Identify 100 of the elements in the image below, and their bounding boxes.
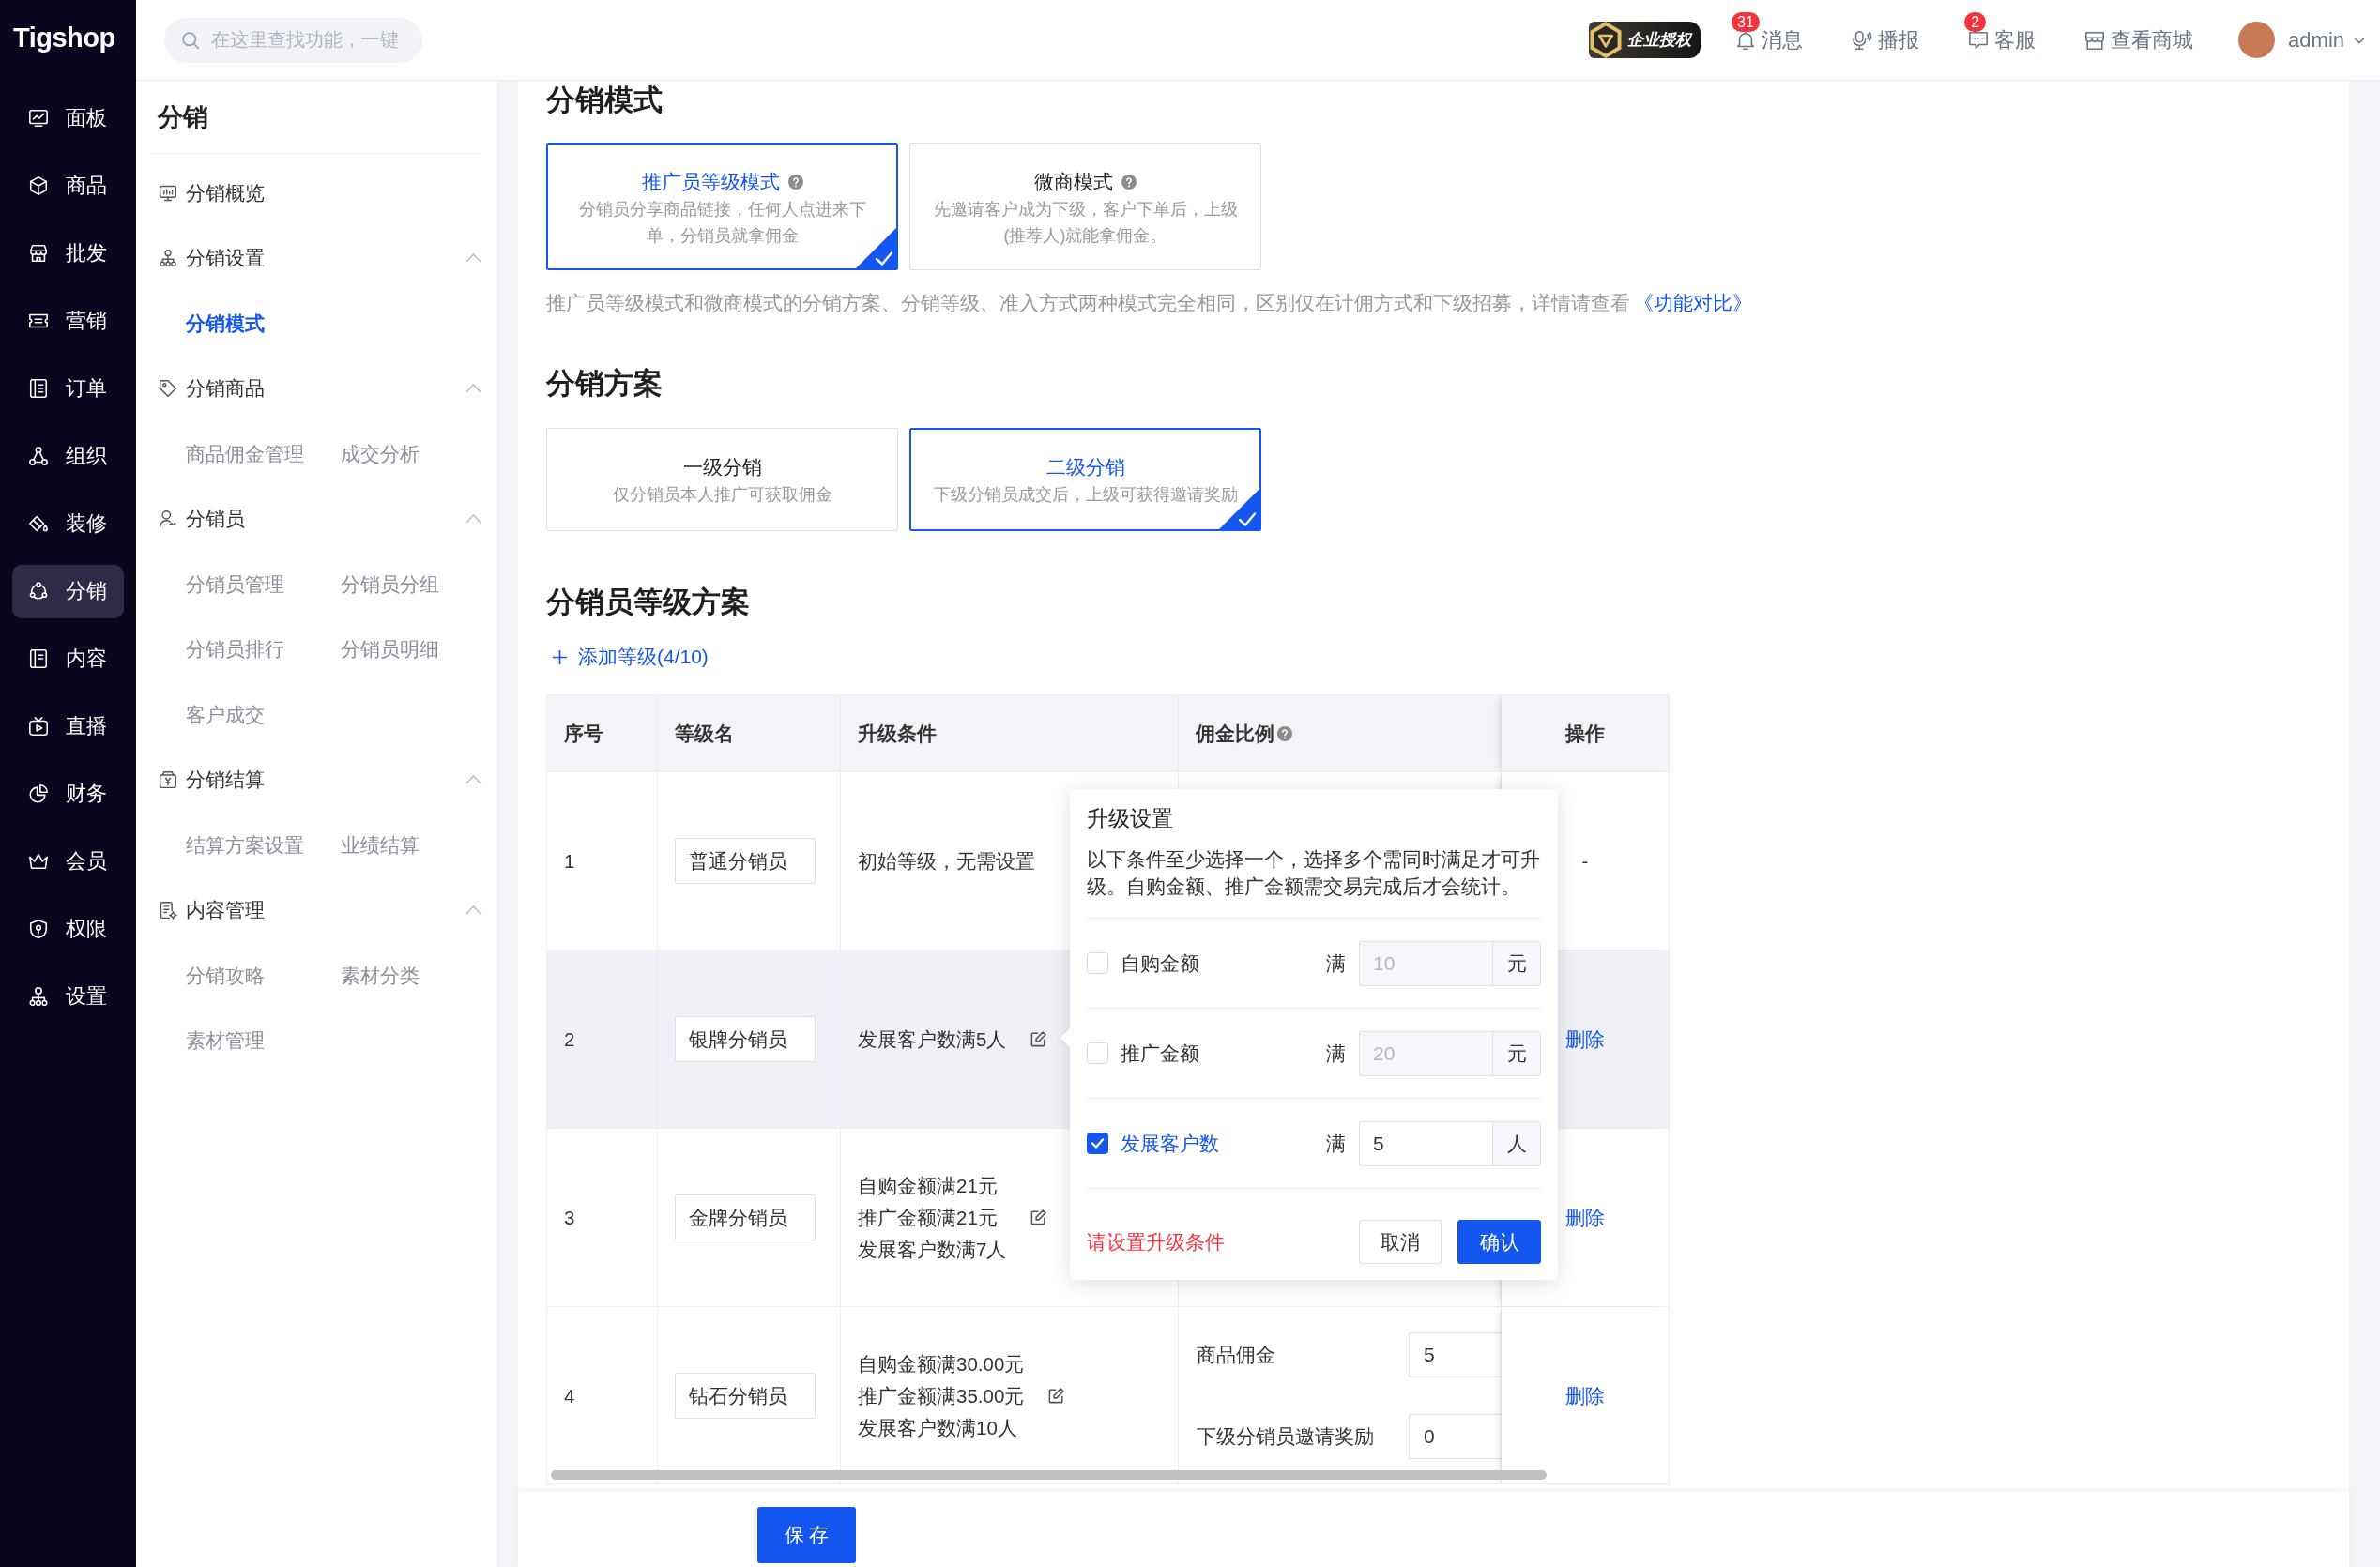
condition-label: 发展客户数 bbox=[1121, 1131, 1219, 1156]
toolbar-link[interactable]: 查看商城 bbox=[2081, 11, 2194, 68]
search-icon bbox=[181, 30, 200, 50]
nav-item[interactable]: 设置 bbox=[12, 969, 124, 1024]
option-description: 仅分销员本人推广可获取佣金 bbox=[612, 484, 832, 506]
commission-label: 下级分销员邀请奖励 bbox=[1197, 1424, 1374, 1449]
nav-item[interactable]: 商品 bbox=[12, 159, 124, 213]
document-icon bbox=[28, 648, 49, 669]
sidebar-item[interactable]: 分销概览 bbox=[149, 160, 481, 226]
microphone-icon bbox=[1852, 29, 1873, 51]
sidebar-item[interactable]: 分销模式 bbox=[186, 310, 265, 337]
mode-option[interactable]: 微商模式 先邀请客户成为下级，客户下单后，上级(推荐人)就能拿佣金。 bbox=[909, 143, 1261, 270]
sidebar-group[interactable]: 分销结算 bbox=[149, 747, 481, 813]
sidebar-group[interactable]: 分销商品 bbox=[149, 356, 481, 421]
nav-item[interactable]: 批发 bbox=[12, 226, 124, 281]
number-field[interactable]: 5 bbox=[1359, 1120, 1492, 1166]
nav-item[interactable]: 营销 bbox=[12, 294, 124, 348]
check-corner-icon bbox=[855, 227, 897, 269]
option-title: 微商模式 bbox=[1034, 170, 1113, 194]
column-label: 序号 bbox=[564, 721, 603, 746]
popover-title: 升级设置 bbox=[1087, 805, 1174, 832]
nav-item[interactable]: 组织 bbox=[12, 429, 124, 483]
toolbar-link[interactable]: 消息 31 bbox=[1732, 11, 1804, 68]
sidebar-group[interactable]: 分销员 bbox=[149, 486, 481, 552]
condition-text: 推广金额满35.00元 bbox=[858, 1383, 1025, 1408]
condition-text: 自购金额满21元 bbox=[858, 1173, 998, 1198]
confirm-button[interactable]: 确认 bbox=[1457, 1220, 1541, 1264]
user-menu[interactable]: admin bbox=[2238, 22, 2365, 58]
option-description: 下级分销员成交后，上级可获得邀请奖励 bbox=[933, 484, 1238, 506]
option-title: 一级分销 bbox=[682, 455, 762, 479]
hierarchy-icon bbox=[28, 986, 49, 1007]
mode-option[interactable]: 推广员等级模式 分销员分享商品链接，任何人点进来下单，分销员就拿佣金 bbox=[546, 143, 898, 270]
commission-field[interactable]: 0 bbox=[1409, 1414, 1501, 1459]
unit-addon: 元 bbox=[1492, 940, 1541, 986]
edit-icon[interactable] bbox=[1030, 1030, 1048, 1048]
nav-item[interactable]: 面板 bbox=[12, 91, 124, 145]
logo[interactable]: Tigshop bbox=[13, 23, 115, 53]
level-name-field[interactable]: 银牌分销员 bbox=[675, 1016, 816, 1062]
nav-item[interactable]: 直播 bbox=[12, 699, 124, 753]
condition-text: 发展客户数满7人 bbox=[858, 1237, 1007, 1262]
option-description: 先邀请客户成为下级，客户下单后，上级(推荐人)就能拿佣金。 bbox=[932, 199, 1239, 247]
nav-item[interactable]: 订单 bbox=[12, 361, 124, 416]
unit-addon: 元 bbox=[1492, 1030, 1541, 1076]
search-field[interactable]: 在这里查找功能，一键 bbox=[164, 17, 422, 63]
nav-item[interactable]: 权限 bbox=[12, 902, 124, 956]
delete-link[interactable]: 删除 bbox=[1565, 1382, 1605, 1409]
monitor-chart-icon bbox=[28, 108, 49, 129]
license-badge[interactable]: 企业授权 bbox=[1589, 22, 1701, 58]
chat-icon bbox=[1968, 29, 1990, 51]
horizontal-scrollbar[interactable] bbox=[551, 1470, 1547, 1480]
sidebar-group[interactable]: 内容管理 bbox=[149, 877, 481, 943]
nodes-icon bbox=[28, 446, 49, 466]
condition-text: 发展客户数满5人 bbox=[858, 1027, 1007, 1052]
store-icon bbox=[28, 243, 49, 264]
condition-text: 初始等级，无需设置 bbox=[858, 848, 1035, 874]
chevron-down-icon bbox=[2354, 36, 2365, 44]
prefix-label: 满 bbox=[1326, 951, 1346, 976]
nav-item[interactable]: 财务 bbox=[12, 767, 124, 821]
toolbar-link[interactable]: 客服 2 bbox=[1964, 11, 2037, 68]
tv-play-icon bbox=[28, 716, 49, 737]
level-name-field[interactable]: 钻石分销员 bbox=[675, 1373, 816, 1419]
toolbar-link[interactable]: 播报 bbox=[1848, 11, 1920, 68]
sidebar-group[interactable]: 分销设置 bbox=[149, 225, 481, 291]
monitor-bar-chart-icon bbox=[159, 183, 177, 203]
count-badge: 2 bbox=[1964, 11, 1987, 32]
plus-icon bbox=[552, 648, 568, 665]
section-title: 分销方案 bbox=[546, 366, 664, 402]
nav-item[interactable]: 内容 bbox=[12, 631, 124, 686]
column-label: 升级条件 bbox=[858, 721, 937, 746]
commission-field[interactable]: 5 bbox=[1409, 1332, 1501, 1377]
option-description: 分销员分享商品链接，任何人点进来下单，分销员就拿佣金 bbox=[577, 199, 867, 247]
hexagon-icon bbox=[1589, 22, 1624, 58]
nav-item[interactable]: 分销 bbox=[12, 564, 124, 618]
crown-icon bbox=[28, 851, 49, 872]
nav-item[interactable]: 会员 bbox=[12, 834, 124, 889]
edit-icon[interactable] bbox=[1047, 1387, 1066, 1405]
add-level-link[interactable]: 添加等级(4/10) bbox=[552, 643, 709, 671]
pie-chart-icon bbox=[28, 784, 49, 804]
level-name-field[interactable]: 金牌分销员 bbox=[675, 1194, 816, 1240]
cube-icon bbox=[28, 175, 49, 196]
error-message: 请设置升级条件 bbox=[1087, 1229, 1225, 1255]
cancel-button[interactable]: 取消 bbox=[1359, 1220, 1442, 1264]
yen-bag-icon bbox=[159, 770, 177, 790]
level-name-field[interactable]: 普通分销员 bbox=[675, 838, 816, 884]
section-title: 分销员等级方案 bbox=[546, 585, 751, 620]
condition-label: 推广金额 bbox=[1121, 1041, 1199, 1066]
plan-option[interactable]: 二级分销 下级分销员成交后，上级可获得邀请奖励 bbox=[909, 428, 1261, 531]
paint-bucket-icon bbox=[28, 513, 49, 534]
column-label: 操作 bbox=[1565, 721, 1605, 746]
delete-link[interactable]: 删除 bbox=[1565, 1026, 1605, 1053]
compare-link[interactable]: 《功能对比》 bbox=[1634, 292, 1752, 313]
delete-link[interactable]: 删除 bbox=[1565, 1204, 1605, 1231]
save-button[interactable]: 保 存 bbox=[757, 1507, 856, 1563]
note-text: 推广员等级模式和微商模式的分销方案、分销等级、准入方式两种模式完全相同，区别仅在计佣方式和下级招募，详情请查看 《功能对比》 bbox=[546, 291, 1753, 315]
count-badge: 31 bbox=[1732, 11, 1760, 32]
commission-label: 商品佣金 bbox=[1197, 1343, 1275, 1367]
plan-option[interactable]: 一级分销 仅分销员本人推广可获取佣金 bbox=[546, 428, 898, 531]
edit-icon[interactable] bbox=[1030, 1209, 1048, 1226]
nav-item[interactable]: 装修 bbox=[12, 496, 124, 551]
checkbox[interactable] bbox=[1087, 1133, 1108, 1154]
